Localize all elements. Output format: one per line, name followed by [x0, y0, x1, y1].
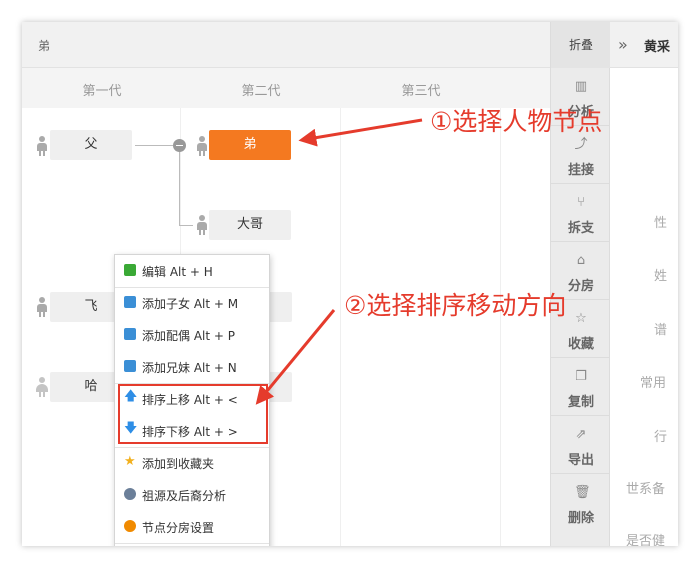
annotation-arrows [255, 118, 423, 405]
arrow-to-menu [255, 309, 336, 405]
annotation-step1: ①选择人物节点 [430, 107, 603, 136]
app-window: 弟 第一代 第二代 第三代 父 弟 大哥 飞 哈 折叠 ▥ 分析 ⤴ 挂接 ⑂ … [22, 22, 678, 546]
annotation-step2: ②选择排序移动方向 [344, 291, 567, 320]
arrow-to-node [298, 118, 423, 147]
